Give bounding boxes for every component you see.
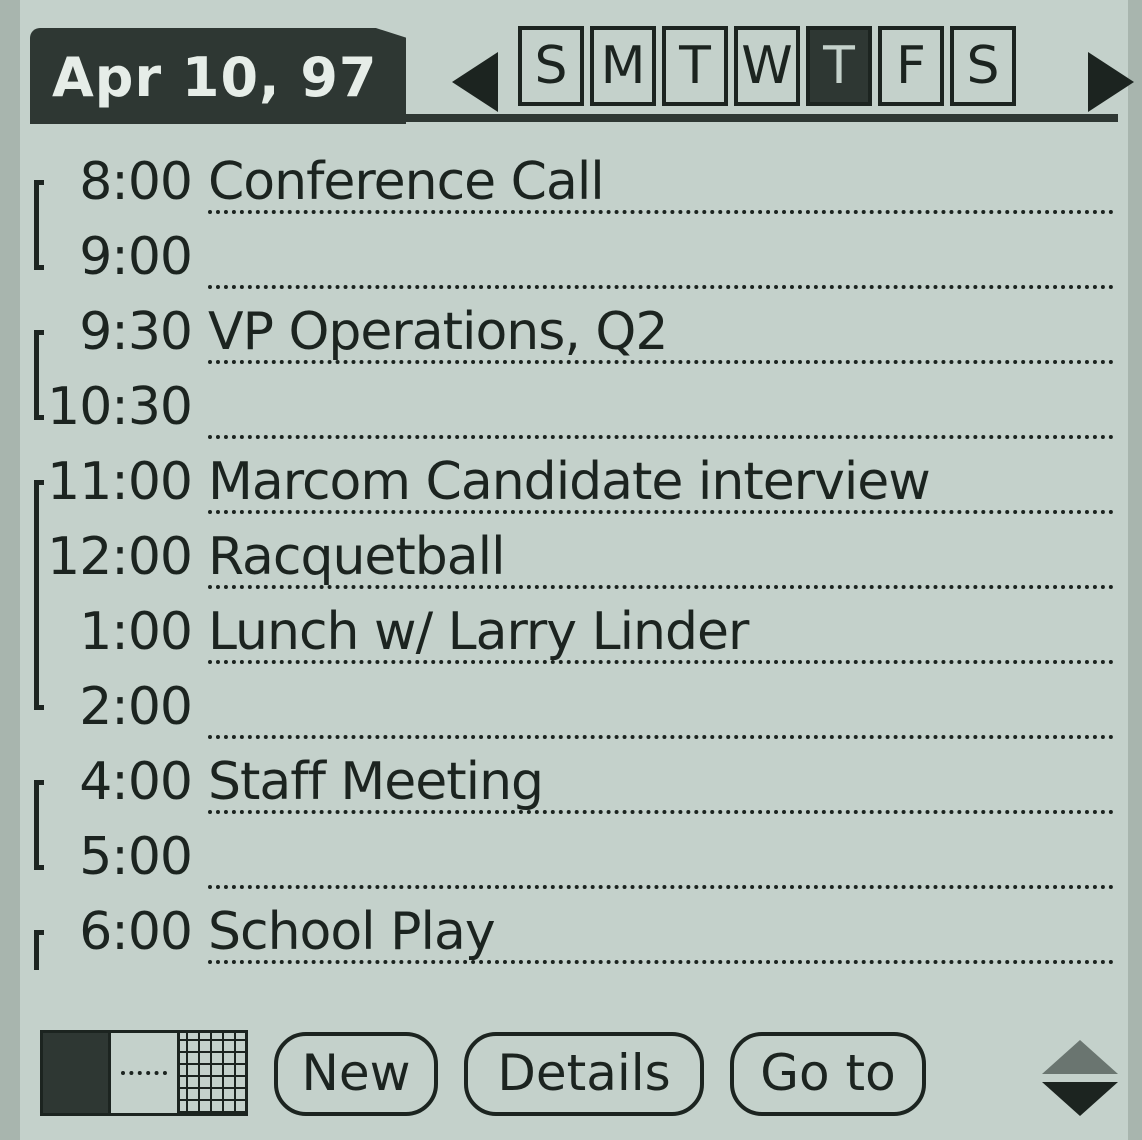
time-label: 11:00	[47, 452, 193, 512]
dotted-line	[208, 585, 1114, 589]
weekday-selector: S M T W T F S	[518, 26, 1078, 114]
current-date: Apr 10, 97	[52, 46, 378, 109]
agenda-row[interactable]: 10:30	[0, 375, 1142, 449]
dotted-line	[208, 360, 1114, 364]
agenda-row[interactable]: 8:00 Conference Call	[0, 150, 1142, 224]
bottom-toolbar: New Details Go to	[0, 1010, 1142, 1120]
day-wednesday[interactable]: W	[734, 26, 800, 106]
dotted-line	[208, 435, 1114, 439]
event-text[interactable]: VP Operations, Q2	[208, 302, 668, 362]
agenda-row[interactable]: 2:00	[0, 675, 1142, 749]
time-label: 10:30	[47, 377, 193, 437]
time-label: 6:00	[79, 902, 193, 962]
event-text[interactable]: Marcom Candidate interview	[208, 452, 931, 512]
dotted-line	[208, 660, 1114, 664]
agenda-row[interactable]: 11:00 Marcom Candidate interview	[0, 450, 1142, 524]
agenda-list: 8:00 Conference Call 9:00 9:30 VP Operat…	[0, 150, 1142, 970]
agenda-row[interactable]: 6:00 School Play	[0, 900, 1142, 974]
time-label: 1:00	[79, 602, 193, 662]
agenda-row[interactable]: 9:00	[0, 225, 1142, 299]
dotted-line	[208, 735, 1114, 739]
details-button[interactable]: Details	[464, 1032, 704, 1116]
time-label: 4:00	[79, 752, 193, 812]
dotted-line	[208, 885, 1114, 889]
week-view-icon[interactable]	[111, 1033, 180, 1113]
new-button[interactable]: New	[274, 1032, 438, 1116]
agenda-row[interactable]: 5:00	[0, 825, 1142, 899]
agenda-row[interactable]: 1:00 Lunch w/ Larry Linder	[0, 600, 1142, 674]
day-monday[interactable]: M	[590, 26, 656, 106]
agenda-row[interactable]: 4:00 Staff Meeting	[0, 750, 1142, 824]
event-text[interactable]: School Play	[208, 902, 496, 962]
day-saturday[interactable]: S	[950, 26, 1016, 106]
time-label: 8:00	[79, 152, 193, 212]
dotted-line	[208, 810, 1114, 814]
goto-button[interactable]: Go to	[730, 1032, 926, 1116]
next-week-arrow-icon[interactable]	[1088, 52, 1134, 112]
event-text[interactable]: Conference Call	[208, 152, 605, 212]
event-text[interactable]: Racquetball	[208, 527, 506, 587]
day-tuesday[interactable]: T	[662, 26, 728, 106]
dotted-line	[208, 960, 1114, 964]
time-label: 12:00	[47, 527, 193, 587]
day-sunday[interactable]: S	[518, 26, 584, 106]
event-text[interactable]: Lunch w/ Larry Linder	[208, 602, 749, 662]
dotted-line	[208, 210, 1114, 214]
day-view-icon[interactable]	[43, 1033, 112, 1113]
event-text[interactable]: Staff Meeting	[208, 752, 544, 812]
time-label: 5:00	[79, 827, 193, 887]
dotted-line	[208, 510, 1114, 514]
time-label: 9:00	[79, 227, 193, 287]
view-switcher	[40, 1030, 248, 1116]
day-thursday[interactable]: T	[806, 26, 872, 106]
day-friday[interactable]: F	[878, 26, 944, 106]
date-header: Apr 10, 97 S M T W T F S	[30, 22, 1134, 124]
agenda-row[interactable]: 12:00 Racquetball	[0, 525, 1142, 599]
scroll-down-arrow-icon[interactable]	[1042, 1082, 1118, 1116]
palm-screen: Apr 10, 97 S M T W T F S 8:00 Conference…	[0, 0, 1142, 1140]
time-label: 2:00	[79, 677, 193, 737]
dotted-line	[208, 285, 1114, 289]
time-label: 9:30	[79, 302, 193, 362]
agenda-row[interactable]: 9:30 VP Operations, Q2	[0, 300, 1142, 374]
previous-week-arrow-icon[interactable]	[452, 52, 498, 112]
month-view-icon[interactable]	[179, 1033, 245, 1113]
date-tab[interactable]: Apr 10, 97	[30, 28, 406, 124]
scroll-up-arrow-icon[interactable]	[1042, 1040, 1118, 1074]
